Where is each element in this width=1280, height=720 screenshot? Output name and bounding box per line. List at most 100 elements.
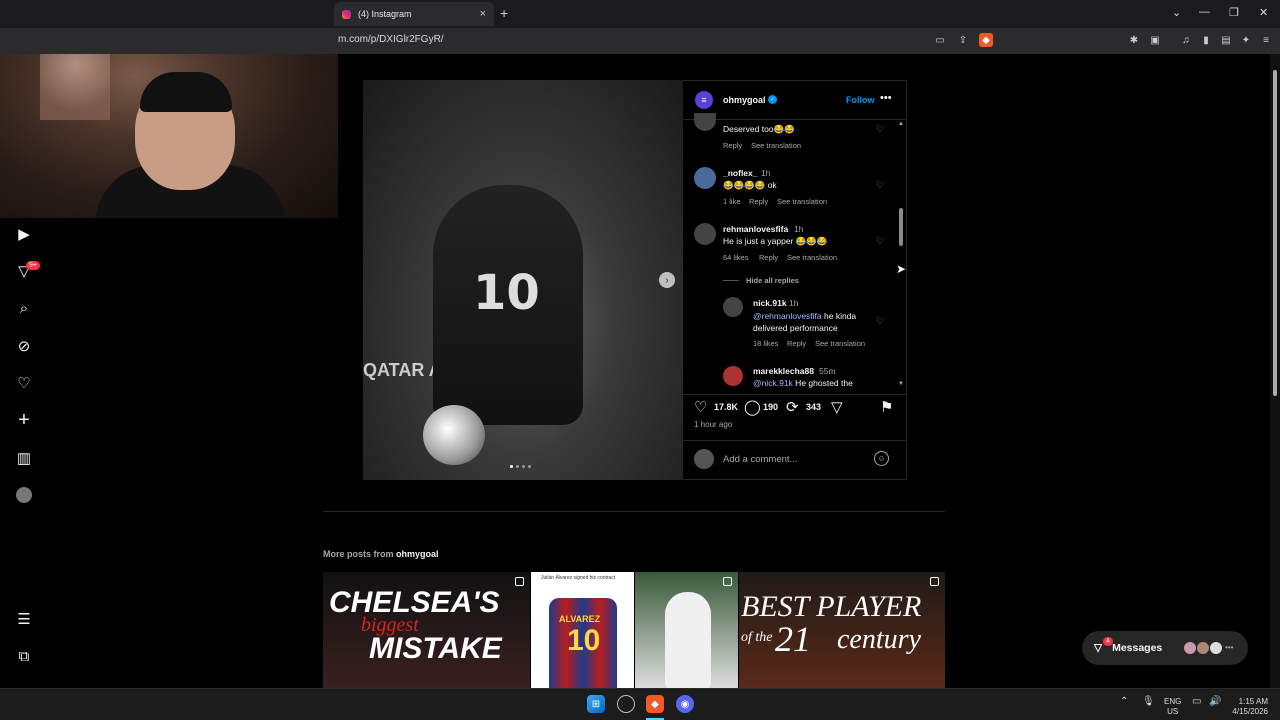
comment-time: 1h xyxy=(794,224,804,234)
reply-text: @rehmanlovesfifa he kinda delivered perf… xyxy=(753,310,871,334)
tab-search-icon[interactable]: ▣ xyxy=(1148,33,1162,47)
page-scroll-thumb[interactable] xyxy=(1273,70,1277,396)
see-translation-button[interactable]: See translation xyxy=(777,197,827,206)
message-avatar xyxy=(1209,641,1223,655)
message-avatar xyxy=(1183,641,1197,655)
hide-replies-button[interactable]: Hide all replies xyxy=(746,276,799,285)
repost-icon[interactable]: ⟳ xyxy=(786,398,799,416)
comments-scroll-thumb[interactable] xyxy=(899,208,903,246)
create-icon[interactable]: + xyxy=(14,409,34,431)
extensions-icon[interactable]: ✱ xyxy=(1127,33,1141,47)
reply-avatar[interactable] xyxy=(723,366,743,386)
tab-dropdown-icon[interactable]: ⌄ xyxy=(1172,6,1181,19)
more-posts-account[interactable]: ohmygoal xyxy=(396,549,439,559)
save-icon[interactable]: ⚑ xyxy=(880,398,893,416)
comment-count[interactable]: 190 xyxy=(763,402,778,412)
carousel-icon xyxy=(515,577,524,586)
like-count[interactable]: 17.8K xyxy=(714,402,738,412)
repost-count[interactable]: 343 xyxy=(806,402,821,412)
comment-likes[interactable]: 64 likes xyxy=(723,253,748,262)
close-window-button[interactable]: ✕ xyxy=(1259,6,1268,19)
stadium-banner-text: QATAR A xyxy=(363,360,442,380)
wallet-icon[interactable]: ▤ xyxy=(1219,33,1233,47)
heart-icon[interactable]: ♡ xyxy=(14,373,34,393)
comment-username[interactable]: rehmanlovesfifa xyxy=(723,224,788,234)
comment-likes[interactable]: 1 like xyxy=(723,197,741,206)
more-post-thumbnail[interactable]: Julián Álvarez signed his contract ALVAR… xyxy=(531,572,634,688)
cast-icon[interactable]: ▭ xyxy=(933,33,947,47)
volume-icon[interactable]: 🔊 xyxy=(1209,697,1221,707)
share-icon[interactable]: ⇪ xyxy=(956,33,970,47)
sidebar-icon[interactable]: ▮ xyxy=(1199,33,1213,47)
browser-tabbar xyxy=(0,0,1280,28)
emoji-icon[interactable]: ☺ xyxy=(874,451,889,466)
comment-icon[interactable]: ◯ xyxy=(744,398,761,416)
carousel-icon xyxy=(723,577,732,586)
tab-close-icon[interactable]: × xyxy=(480,8,486,20)
leo-ai-icon[interactable]: ✦ xyxy=(1239,33,1253,47)
comment-reply-button[interactable]: Reply xyxy=(723,141,742,150)
reply-likes[interactable]: 18 likes xyxy=(753,339,778,348)
media-icon[interactable]: ♫ xyxy=(1179,33,1193,47)
next-image-icon[interactable]: › xyxy=(659,272,675,288)
menu-icon[interactable]: ☰ xyxy=(14,609,34,629)
comment-username[interactable]: _noflex_ xyxy=(723,168,758,178)
more-post-thumbnail[interactable]: BEST PLAYER of the 21 century xyxy=(739,572,945,688)
messages-icon: ▽ xyxy=(1094,642,1103,654)
account-avatar[interactable]: ≡ xyxy=(695,91,713,109)
start-icon[interactable]: ⊞ xyxy=(587,695,605,713)
see-translation-button[interactable]: See translation xyxy=(815,339,865,348)
more-post-thumbnail[interactable]: CHELSEA'S biggest MISTAKE xyxy=(323,572,530,688)
reply-mention[interactable]: @nick.91k xyxy=(753,378,793,388)
browser-tab[interactable]: (4) Instagram × xyxy=(334,2,494,26)
comment-like-icon[interactable]: ♡ xyxy=(876,236,884,247)
comment-like-icon[interactable]: ♡ xyxy=(876,180,884,191)
restore-button[interactable]: ❐ xyxy=(1229,6,1239,19)
more-posts-heading: More posts from ohmygoal xyxy=(323,549,439,559)
reply-mention[interactable]: @rehmanlovesfifa xyxy=(753,311,822,321)
language-indicator[interactable]: ENG US xyxy=(1164,697,1181,717)
profile-icon[interactable] xyxy=(14,485,34,505)
reply-time: 55m xyxy=(819,366,836,376)
minimize-button[interactable]: — xyxy=(1199,6,1210,18)
browser-menu-icon[interactable]: ≡ xyxy=(1259,33,1273,47)
comment-like-icon[interactable]: ♡ xyxy=(876,124,884,135)
see-translation-button[interactable]: See translation xyxy=(751,141,801,150)
apps-icon[interactable]: ⧉ xyxy=(14,646,34,666)
follow-button[interactable]: Follow xyxy=(846,95,875,105)
brave-shield-icon[interactable]: ◆ xyxy=(979,33,993,47)
comment-avatar[interactable] xyxy=(694,167,716,189)
search-icon[interactable]: ⌕ xyxy=(14,298,34,318)
network-icon[interactable]: ▭ xyxy=(1192,697,1201,707)
reply-like-icon[interactable]: ♡ xyxy=(876,316,884,327)
more-options-icon[interactable]: ••• xyxy=(880,92,892,104)
url-field[interactable]: m.com/p/DXIGlr2FGyR/ xyxy=(338,34,444,45)
reply-username[interactable]: marekklecha88 xyxy=(753,366,814,376)
comment-reply-button[interactable]: Reply xyxy=(759,253,778,262)
tray-overflow-icon[interactable]: ⌃ xyxy=(1120,697,1128,707)
reels-icon[interactable]: ▶ xyxy=(14,224,34,244)
insights-icon[interactable]: ▥ xyxy=(14,448,34,468)
scroll-up-icon[interactable]: ▲ xyxy=(898,121,904,127)
clock[interactable]: 1:15 AM 4/15/2026 xyxy=(1228,697,1268,717)
reply-avatar[interactable] xyxy=(723,297,743,317)
share-icon[interactable]: ▽ xyxy=(831,398,843,416)
brave-app-icon[interactable]: ◆ xyxy=(646,695,664,713)
new-tab-button[interactable]: + xyxy=(500,5,508,21)
scroll-down-icon[interactable]: ▼ xyxy=(898,381,904,387)
see-translation-button[interactable]: See translation xyxy=(787,253,837,262)
discord-app-icon[interactable]: ◉ xyxy=(676,695,694,713)
comments-scrollbar[interactable] xyxy=(898,122,904,387)
chrome-app-icon[interactable] xyxy=(617,695,635,713)
more-post-thumbnail[interactable] xyxy=(635,572,738,688)
account-name[interactable]: ohmygoal xyxy=(723,95,766,105)
comment-reply-button[interactable]: Reply xyxy=(749,197,768,206)
explore-icon[interactable]: ⊘ xyxy=(14,336,34,356)
comment-avatar[interactable] xyxy=(694,223,716,245)
mic-icon[interactable]: 🎙 xyxy=(1142,697,1155,707)
like-icon[interactable]: ♡ xyxy=(694,398,707,416)
reply-username[interactable]: nick.91k xyxy=(753,298,787,308)
post-image[interactable]: QATAR A 10 xyxy=(363,80,683,480)
reply-reply-button[interactable]: Reply xyxy=(787,339,806,348)
add-comment-input[interactable]: Add a comment... xyxy=(723,454,797,465)
